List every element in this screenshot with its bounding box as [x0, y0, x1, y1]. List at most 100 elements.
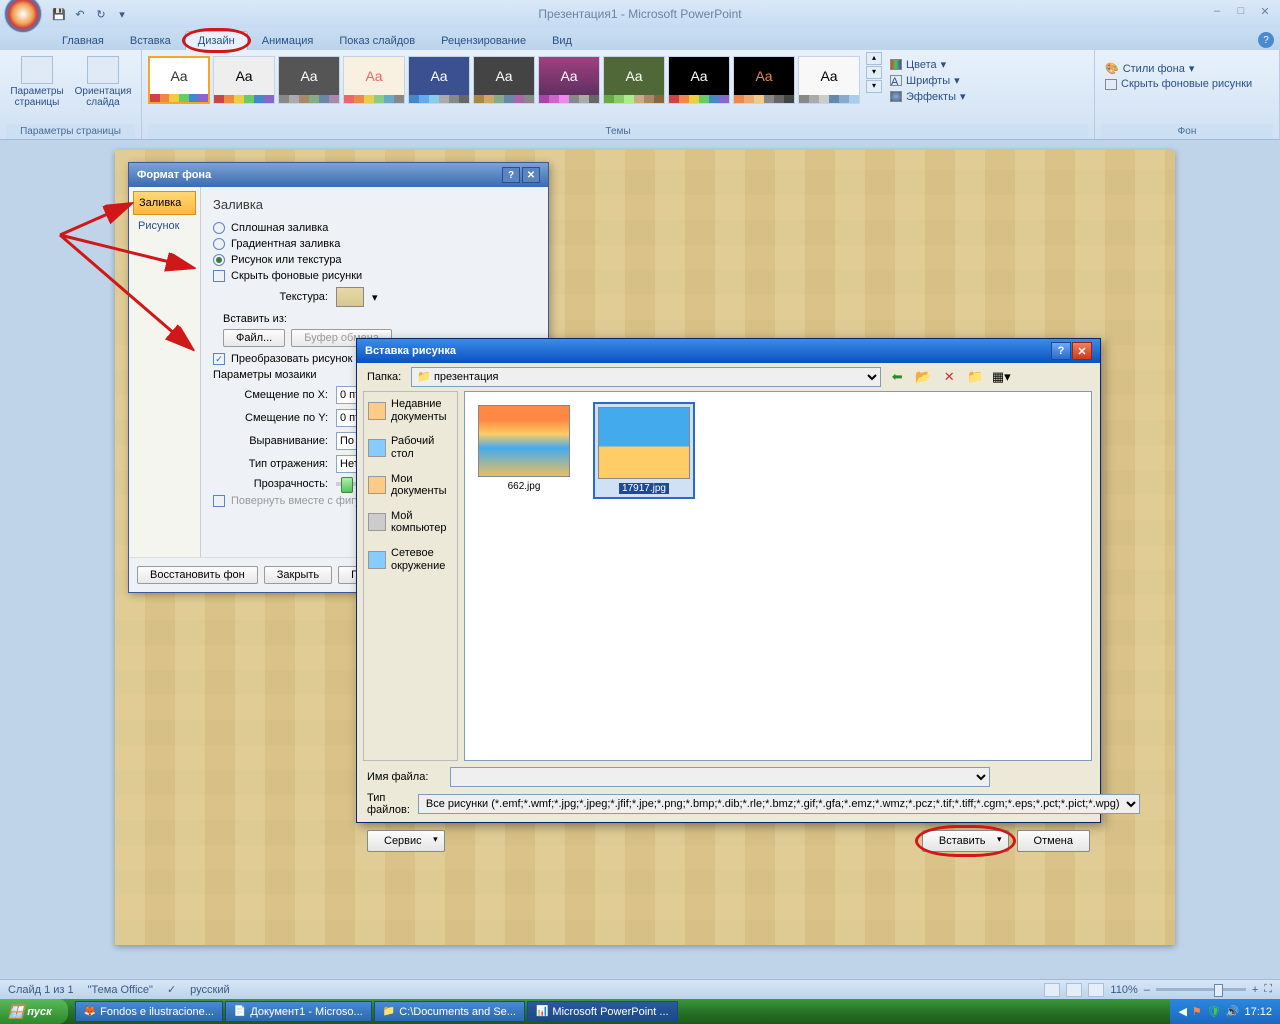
system-tray[interactable]: ◀ ⚑ 🛡 🔊 17:12 — [1170, 999, 1280, 1024]
tab-animation[interactable]: Анимация — [250, 32, 326, 50]
taskbar-item[interactable]: 🦊 Fondos e ilustracione... — [75, 1001, 223, 1022]
tab-review[interactable]: Рецензирование — [429, 32, 538, 50]
group-background-label: Фон — [1101, 124, 1273, 139]
tray-icon[interactable]: ⚑ — [1192, 1005, 1202, 1018]
back-icon[interactable]: ⬅ — [887, 367, 907, 387]
zoom-in-button[interactable]: + — [1252, 984, 1258, 996]
taskbar-item[interactable]: 📁 C:\Documents and Se... — [374, 1001, 525, 1022]
slide-orientation-button[interactable]: Ориентация слайда — [72, 52, 134, 112]
place-network[interactable]: Сетевое окружение — [364, 541, 457, 578]
group-page-setup-label: Параметры страницы — [6, 124, 135, 139]
dialog-close-button[interactable]: ✕ — [522, 167, 540, 183]
theme-thumb[interactable]: Aa — [343, 56, 405, 104]
theme-name: "Тема Office" — [88, 984, 153, 996]
theme-scroll[interactable]: ▴▾▾ — [866, 52, 882, 93]
delete-icon[interactable]: ✕ — [939, 367, 959, 387]
dialog-titlebar[interactable]: Формат фона ?✕ — [129, 163, 548, 187]
views-icon[interactable]: ▦▾ — [991, 367, 1011, 387]
radio-gradient[interactable]: Градиентная заливка — [213, 238, 536, 250]
language[interactable]: русский — [190, 984, 229, 996]
theme-thumb[interactable]: Aa — [278, 56, 340, 104]
page-setup-button[interactable]: Параметры страницы — [6, 52, 68, 112]
maximize-button[interactable]: □ — [1232, 4, 1250, 18]
places-bar: Недавние документы Рабочий стол Мои доку… — [363, 391, 458, 761]
dialog-titlebar[interactable]: Вставка рисунка ? ✕ — [357, 339, 1100, 363]
theme-fonts-button[interactable]: AШрифты ▾ — [890, 74, 966, 87]
dialog-help-button[interactable]: ? — [1051, 342, 1071, 360]
taskbar-item[interactable]: 📊 Microsoft PowerPoint ... — [527, 1001, 678, 1022]
group-themes-label: Темы — [148, 124, 1088, 139]
folder-select[interactable]: 📁 презентация — [411, 367, 881, 387]
place-documents[interactable]: Мои документы — [364, 467, 457, 504]
theme-thumb[interactable]: Aa — [213, 56, 275, 104]
close-button[interactable]: ✕ — [1256, 4, 1274, 18]
fit-button[interactable]: ⛶ — [1264, 983, 1272, 996]
qat-dropdown-icon[interactable]: ▾ — [113, 5, 131, 23]
nav-picture[interactable]: Рисунок — [133, 215, 196, 237]
titlebar: 💾 ↶ ↻ ▾ Презентация1 - Microsoft PowerPo… — [0, 0, 1280, 28]
theme-effects-button[interactable]: Эффекты ▾ — [890, 90, 966, 103]
new-folder-icon[interactable]: 📁 — [965, 367, 985, 387]
up-icon[interactable]: 📂 — [913, 367, 933, 387]
sorter-view-button[interactable] — [1066, 983, 1082, 997]
tray-icon[interactable]: 🛡 — [1207, 1005, 1221, 1018]
place-desktop[interactable]: Рабочий стол — [364, 429, 457, 466]
folder-label: Папка: — [367, 371, 401, 383]
dialog-close-button[interactable]: ✕ — [1072, 342, 1092, 360]
insert-button[interactable]: Вставить — [922, 830, 1009, 852]
close-button[interactable]: Закрыть — [264, 566, 332, 584]
theme-thumb[interactable]: Aa — [473, 56, 535, 104]
slideshow-view-button[interactable] — [1088, 983, 1104, 997]
taskbar: 🪟пуск 🦊 Fondos e ilustracione... 📄 Докум… — [0, 999, 1280, 1024]
file-thumb[interactable]: 662.jpg — [475, 402, 573, 495]
tray-icon[interactable]: 🔊 — [1226, 1005, 1240, 1018]
clock[interactable]: 17:12 — [1244, 1006, 1272, 1018]
redo-icon[interactable]: ↻ — [92, 5, 110, 23]
taskbar-item[interactable]: 📄 Документ1 - Microso... — [225, 1001, 372, 1022]
zoom-slider[interactable] — [1156, 988, 1246, 991]
filetype-select[interactable]: Все рисунки (*.emf;*.wmf;*.jpg;*.jpeg;*.… — [418, 794, 1140, 814]
tab-view[interactable]: Вид — [540, 32, 584, 50]
tray-icon[interactable]: ◀ — [1178, 1005, 1186, 1018]
radio-solid[interactable]: Сплошная заливка — [213, 222, 536, 234]
tab-home[interactable]: Главная — [50, 32, 116, 50]
service-button[interactable]: Сервис — [367, 830, 445, 852]
theme-colors-button[interactable]: Цвета ▾ — [890, 58, 966, 71]
tab-design[interactable]: Дизайн — [185, 31, 248, 50]
cancel-button[interactable]: Отмена — [1017, 830, 1090, 852]
hide-background-checkbox[interactable]: Скрыть фоновые рисунки — [1105, 78, 1252, 90]
save-icon[interactable]: 💾 — [50, 5, 68, 23]
theme-thumb[interactable]: Aa — [603, 56, 665, 104]
minimize-button[interactable]: – — [1208, 4, 1226, 18]
filename-input[interactable] — [450, 767, 990, 787]
zoom-level[interactable]: 110% — [1110, 984, 1137, 996]
texture-picker[interactable] — [336, 287, 364, 307]
nav-fill[interactable]: Заливка — [133, 191, 196, 215]
theme-thumb[interactable]: Aa — [148, 56, 210, 104]
start-button[interactable]: 🪟пуск — [0, 999, 68, 1024]
undo-icon[interactable]: ↶ — [71, 5, 89, 23]
radio-picture[interactable]: Рисунок или текстура — [213, 254, 536, 266]
tab-slideshow[interactable]: Показ слайдов — [327, 32, 427, 50]
file-thumb[interactable]: 17917.jpg — [593, 402, 695, 499]
place-recent[interactable]: Недавние документы — [364, 392, 457, 429]
theme-thumb[interactable]: Aa — [798, 56, 860, 104]
background-styles-button[interactable]: 🎨 Стили фона ▾ — [1105, 62, 1252, 75]
reset-button[interactable]: Восстановить фон — [137, 566, 258, 584]
help-icon[interactable]: ? — [1258, 32, 1274, 48]
hide-bg-check[interactable]: Скрыть фоновые рисунки — [213, 270, 536, 282]
place-computer[interactable]: Мой компьютер — [364, 504, 457, 541]
file-list[interactable]: 662.jpg 17917.jpg — [464, 391, 1092, 761]
spell-icon[interactable]: ✓ — [167, 983, 176, 996]
dialog-help-button[interactable]: ? — [502, 167, 520, 183]
zoom-out-button[interactable]: – — [1144, 984, 1150, 996]
theme-thumb[interactable]: Aa — [408, 56, 470, 104]
normal-view-button[interactable] — [1044, 983, 1060, 997]
ribbon: Параметры страницы Ориентация слайда Пар… — [0, 50, 1280, 140]
insert-from-label: Вставить из: — [223, 313, 536, 325]
theme-thumb[interactable]: Aa — [733, 56, 795, 104]
theme-thumb[interactable]: Aa — [668, 56, 730, 104]
theme-thumb[interactable]: Aa — [538, 56, 600, 104]
file-button[interactable]: Файл... — [223, 329, 285, 347]
tab-insert[interactable]: Вставка — [118, 32, 183, 50]
